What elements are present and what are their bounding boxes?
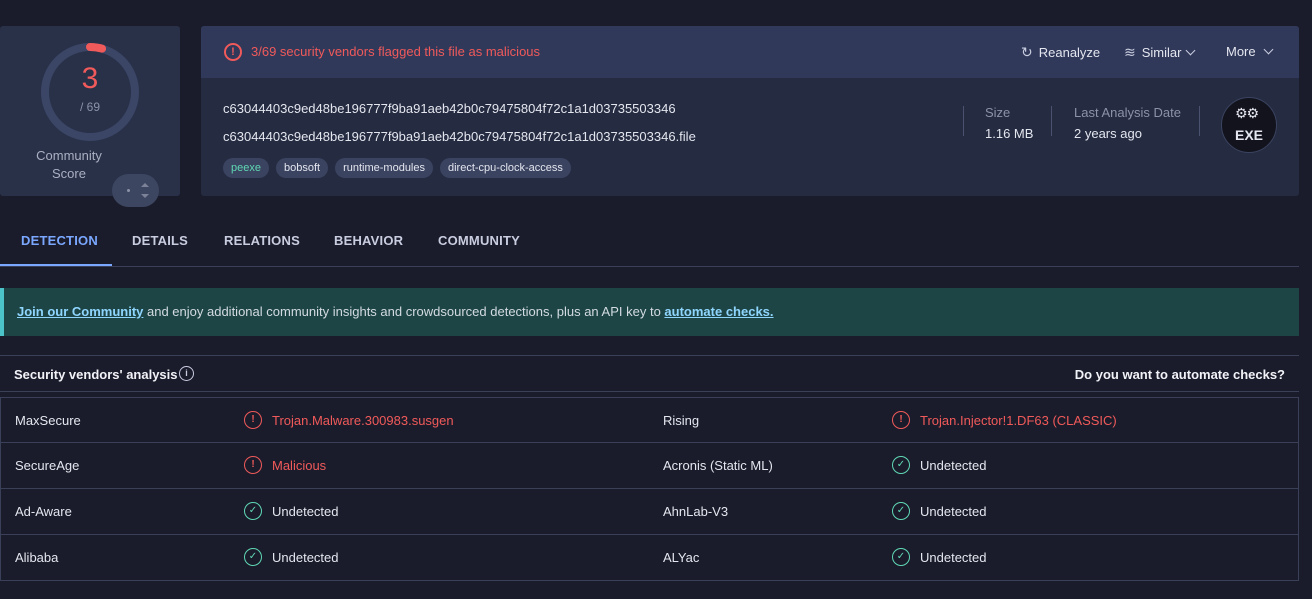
check-circle-icon: ✓ [892,548,910,566]
vendor-name: Alibaba [15,550,59,565]
table-row: SecureAge! Malicious Acronis (Static ML) ✓ U… [1,443,1298,489]
vendor-result: ✓ Undetected [244,502,339,520]
tab-bar: DETECTION DETAILS RELATIONS BEHAVIOR COM… [0,221,1299,267]
check-circle-icon: ✓ [892,502,910,520]
vendor-name: Ad-Aware [15,504,72,519]
vote-up-icon[interactable] [141,183,149,187]
check-circle-icon: ✓ [892,456,910,474]
detection-score-card: 3 / 69 Community Score [0,26,180,207]
divider [1051,106,1052,136]
vendor-name: AhnLab-V3 [663,504,729,519]
tab-detection[interactable]: DETECTION [21,233,98,248]
reanalyze-label: Reanalyze [1038,45,1101,60]
tag[interactable]: runtime-modules [335,158,433,178]
divider [1199,106,1200,136]
similar-button[interactable]: ≋ Similar [1124,44,1196,61]
vendor-result: ! Malicious [244,456,326,474]
vote-dot-icon [127,189,130,192]
alert-header: ! 3/69 security vendors flagged this fil… [201,26,1299,78]
community-vote-widget[interactable] [112,174,159,207]
alert-icon: ! [892,411,910,429]
tab-community[interactable]: COMMUNITY [438,233,520,248]
vendor-result: ✓ Undetected [892,502,987,520]
tab-behavior[interactable]: BEHAVIOR [334,233,403,248]
detected-count: 3 [81,62,99,95]
more-button[interactable]: More [1226,44,1274,59]
vendor-name: Acronis (Static ML) [663,458,773,473]
alert-text: 3/69 security vendors flagged this file … [251,44,541,59]
banner-text: Join our Community and enjoy additional … [17,304,774,319]
reanalyze-button[interactable]: ↻ Reanalyze [1021,44,1100,61]
vendor-name: Rising [663,413,700,428]
community-label-line2: Score [52,166,86,181]
vendor-result-text: Trojan.Injector!1.DF63 (CLASSIC) [920,412,1117,428]
active-tab-indicator [0,264,112,266]
vendor-result: ✓ Undetected [244,548,339,566]
file-hash[interactable]: c63044403c9ed48be196777f9ba91aeb42b0c794… [223,101,676,116]
file-tags: peexe bobsoft runtime-modules direct-cpu… [223,158,571,178]
size-label: Size [985,105,1011,120]
alert-icon: ! [224,43,242,61]
vendors-title: Security vendors' analysis [14,367,178,382]
automate-checks-link[interactable]: automate checks. [664,304,773,319]
vendor-result-text: Undetected [920,457,987,473]
vendor-result-text: Undetected [272,503,339,519]
alert-icon: ! [244,411,262,429]
community-score-label: Community Score [24,147,114,183]
vendors-header: Security vendors' analysis i Do you want… [0,355,1299,392]
vote-down-icon[interactable] [141,194,149,198]
automate-checks-link[interactable]: Do you want to automate checks? [1075,367,1285,382]
vendor-result-text: Undetected [920,503,987,519]
vendor-result-text: Undetected [920,549,987,565]
table-row: Ad-Aware ✓ Undetected AhnLab-V3 ✓ Undetected [1,489,1298,535]
vendor-result: ! Trojan.Injector!1.DF63 (CLASSIC) [892,411,1117,429]
check-circle-icon: ✓ [244,548,262,566]
similar-label: Similar [1141,45,1182,60]
vendors-table: MaxSecure! Trojan.Malware.300983.susgen Ri… [0,397,1299,581]
vendor-result: ! Trojan.Malware.300983.susgen [244,411,454,429]
vendor-name: SecureAge [15,458,80,473]
vendor-name: MaxSecure [15,413,81,428]
similar-icon: ≋ [1124,44,1136,60]
total-vendors: / 69 [79,100,100,114]
more-label: More [1226,44,1256,59]
tag[interactable]: bobsoft [275,158,329,178]
size-value: 1.16 MB [985,126,1034,141]
chevron-down-icon [1186,45,1196,56]
last-analysis-value: 2 years ago [1074,126,1142,141]
join-community-link[interactable]: Join our Community [17,304,143,319]
tag[interactable]: direct-cpu-clock-access [440,158,571,178]
community-banner: Join our Community and enjoy additional … [0,288,1299,336]
vendor-result: ✓ Undetected [892,456,987,474]
file-type-badge: ⚙⚙ EXE [1221,97,1277,153]
table-row: Alibaba ✓ Undetected ALYac ✓ Undetected [1,535,1298,581]
vendor-name: ALYac [663,550,700,565]
tab-relations[interactable]: RELATIONS [224,233,300,248]
banner-middle-text: and enjoy additional community insights … [143,304,665,319]
divider [963,106,964,136]
chevron-down-icon [1263,44,1274,55]
gears-icon: ⚙⚙ [1235,105,1259,121]
alert-icon: ! [244,456,262,474]
file-name[interactable]: c63044403c9ed48be196777f9ba91aeb42b0c794… [223,129,696,144]
vendor-result-text: Undetected [272,549,339,565]
community-label-line1: Community [36,148,102,163]
table-row: MaxSecure! Trojan.Malware.300983.susgen Ri… [1,397,1298,443]
vendor-result-text: Malicious [272,457,327,473]
file-info-card: ! 3/69 security vendors flagged this fil… [201,26,1299,196]
vendor-result: ✓ Undetected [892,548,987,566]
check-circle-icon: ✓ [244,502,262,520]
vendor-result-text: Trojan.Malware.300983.susgen [272,412,454,428]
info-icon[interactable]: i [179,366,194,381]
tab-details[interactable]: DETAILS [132,233,188,248]
tag[interactable]: peexe [223,158,269,178]
file-type-label: EXE [1234,127,1263,143]
refresh-icon: ↻ [1021,44,1033,60]
last-analysis-label: Last Analysis Date [1074,105,1181,120]
